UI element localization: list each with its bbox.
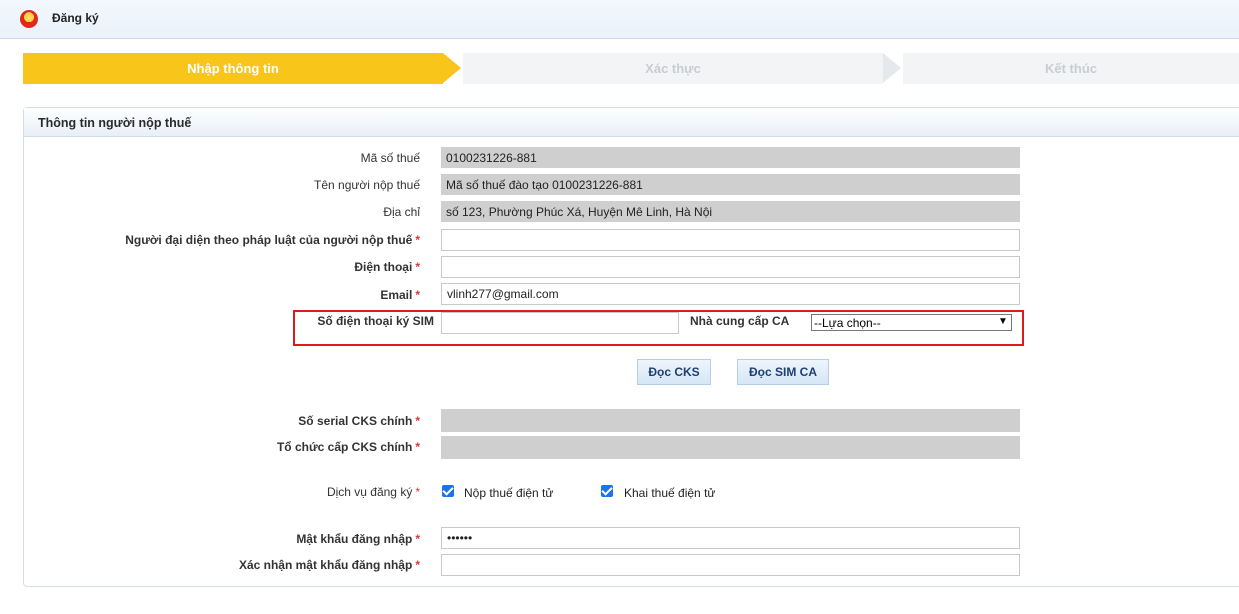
- legal-rep-label: Người đại diện theo pháp luật của người …: [125, 233, 420, 247]
- step-finish: Kết thúc: [903, 53, 1239, 84]
- read-cks-button[interactable]: Đọc CKS: [637, 359, 711, 385]
- cks-serial-field: [441, 409, 1020, 432]
- step-verify: Xác thực: [463, 53, 883, 84]
- page-header: Đăng ký: [0, 0, 1239, 39]
- taxpayer-name-label: Tên người nộp thuế: [314, 178, 420, 192]
- panel-title: Thông tin người nộp thuế: [38, 116, 192, 130]
- address-field: số 123, Phường Phúc Xá, Huyện Mê Linh, H…: [441, 201, 1020, 222]
- legal-rep-input[interactable]: [441, 229, 1020, 251]
- checkbox-online-payment[interactable]: [442, 485, 454, 497]
- national-emblem-icon: [20, 10, 38, 28]
- email-input[interactable]: [441, 283, 1020, 305]
- checkbox-online-declaration[interactable]: [601, 485, 613, 497]
- sim-phone-label: Số điện thoại ký SIM: [317, 314, 434, 328]
- online-declaration-label: Khai thuế điện tử: [624, 486, 716, 500]
- step-arrow: [883, 53, 901, 83]
- password-label: Mật khẩu đăng nhập *: [296, 532, 420, 546]
- panel-header: Thông tin người nộp thuế: [24, 108, 1239, 137]
- ca-provider-label: Nhà cung cấp CA: [690, 314, 790, 328]
- cks-issuer-field: [441, 436, 1020, 459]
- page-title: Đăng ký: [52, 11, 99, 25]
- email-label: Email *: [380, 288, 420, 302]
- cks-issuer-label: Tổ chức cấp CKS chính *: [276, 440, 420, 454]
- password-input[interactable]: [441, 527, 1020, 549]
- step-enter-info: Nhập thông tin: [23, 53, 443, 84]
- cks-serial-label: Số serial CKS chính *: [298, 414, 420, 428]
- step-arrow: [443, 53, 461, 83]
- phone-input[interactable]: [441, 256, 1020, 278]
- taxpayer-name-field: Mã số thuế đào tạo 0100231226-881: [441, 174, 1020, 195]
- sim-phone-input[interactable]: [441, 312, 679, 334]
- tax-code-label: Mã số thuế: [360, 151, 420, 165]
- password-confirm-label: Xác nhận mật khẩu đăng nhập *: [238, 558, 420, 572]
- services-label: Dịch vụ đăng ký *: [326, 485, 420, 499]
- tax-code-field: 0100231226-881: [441, 147, 1020, 168]
- ca-provider-select[interactable]: --Lựa chọn--: [811, 314, 1012, 331]
- read-sim-ca-button[interactable]: Đọc SIM CA: [737, 359, 829, 385]
- wizard-steps: Nhập thông tin Xác thực Kết thúc: [23, 53, 1239, 84]
- address-label: Địa chỉ: [383, 205, 420, 219]
- online-payment-label: Nộp thuế điện tử: [464, 486, 554, 500]
- phone-label: Điện thoại *: [354, 260, 420, 274]
- password-confirm-input[interactable]: [441, 554, 1020, 576]
